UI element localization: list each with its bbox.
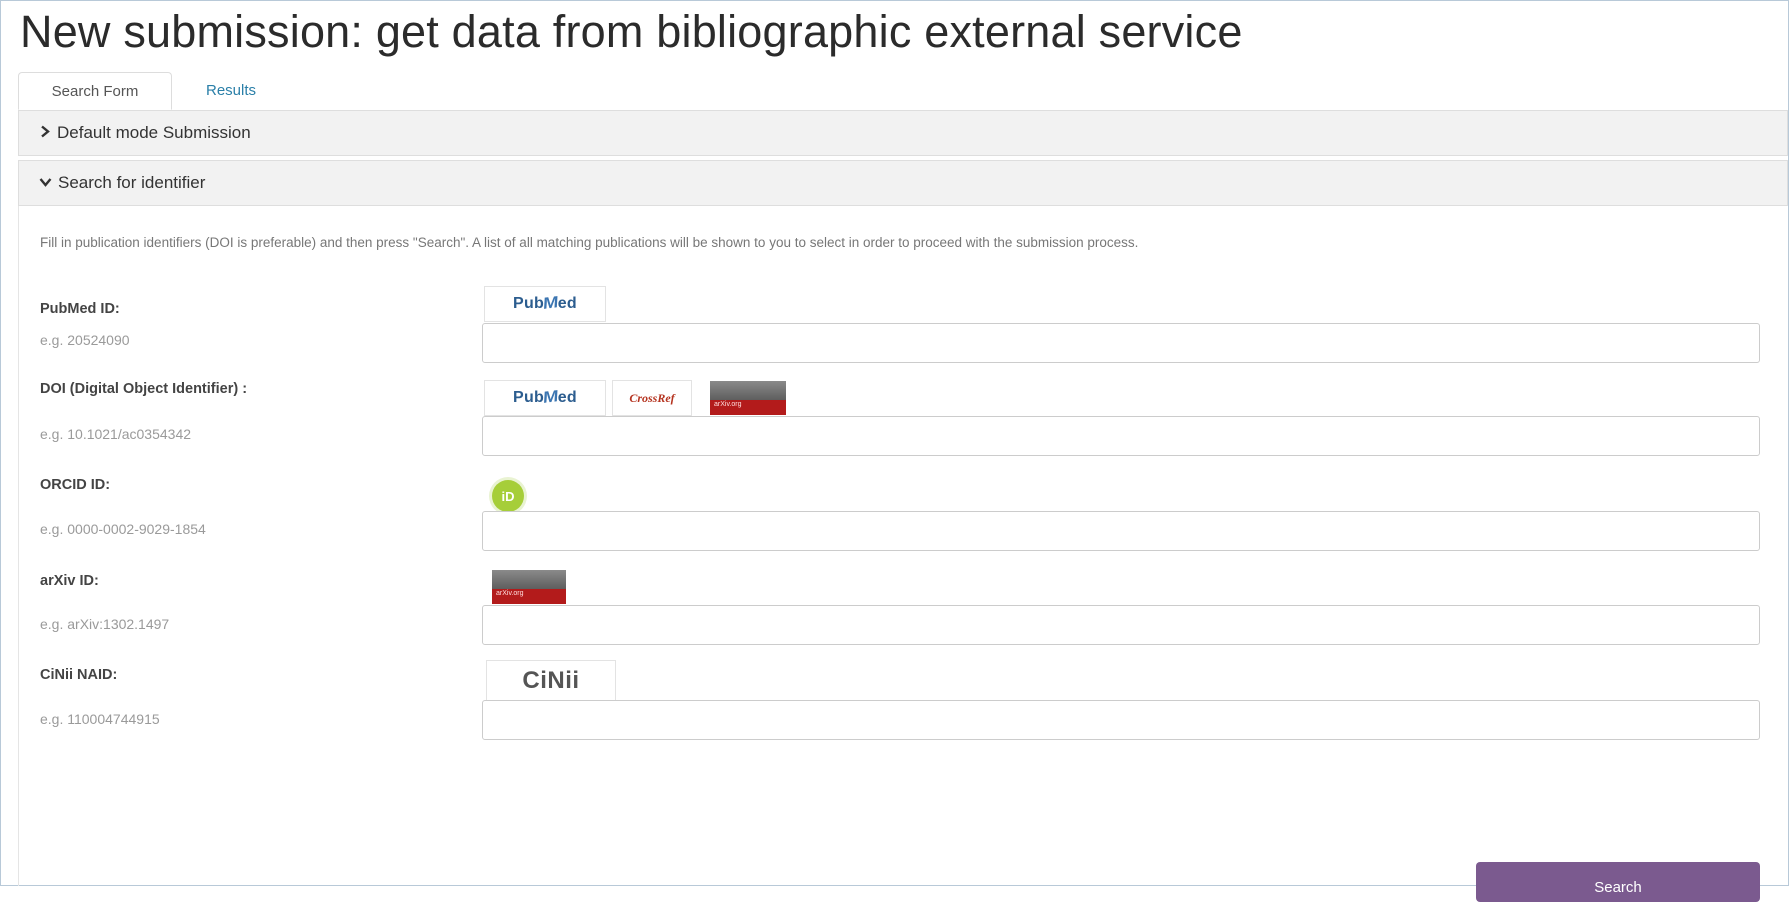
orcid-logo: iD (488, 476, 528, 516)
arxiv-id-input[interactable] (482, 605, 1760, 645)
cinii-naid-input[interactable] (482, 700, 1760, 740)
doi-input[interactable] (482, 416, 1760, 456)
orcid-id-input[interactable] (482, 511, 1760, 551)
chevron-down-icon (39, 161, 52, 205)
tab-search-form[interactable]: Search Form (18, 72, 172, 110)
tab-results[interactable]: Results (186, 72, 276, 110)
arxiv-id-label: arXiv ID: (40, 573, 99, 589)
orcid-id-label: ORCID ID: (40, 477, 111, 493)
panel-search-for-identifier[interactable]: Search for identifier (18, 160, 1788, 206)
panel-default-mode-submission[interactable]: Default mode Submission (18, 110, 1788, 156)
search-button[interactable]: Search (1476, 862, 1760, 902)
chevron-right-icon (39, 111, 51, 155)
tab-bar: Search Form Results (18, 72, 1788, 111)
panel-search-identifier-label: Search for identifier (58, 173, 206, 192)
page-title: New submission: get data from bibliograp… (20, 6, 1243, 57)
arxiv-logo-doi: arXiv.org (710, 381, 786, 415)
crossref-logo: CrossRef (612, 380, 692, 416)
pubmed-id-hint: e.g. 20524090 (40, 332, 130, 348)
instructions-text: Fill in publication identifiers (DOI is … (40, 235, 1139, 250)
orcid-id-hint: e.g. 0000-0002-9029-1854 (40, 521, 206, 537)
pubmed-id-input[interactable] (482, 323, 1760, 363)
pubmed-logo: PubMed (484, 286, 606, 322)
doi-hint: e.g. 10.1021/ac0354342 (40, 426, 192, 442)
pubmed-id-label: PubMed ID: (40, 301, 120, 317)
arxiv-logo: arXiv.org (492, 570, 566, 604)
doi-label: DOI (Digital Object Identifier) : (40, 381, 248, 397)
cinii-naid-label: CiNii NAID: (40, 667, 118, 683)
pubmed-logo-doi: PubMed (484, 380, 606, 416)
arxiv-id-hint: e.g. arXiv:1302.1497 (40, 616, 170, 632)
panel-default-mode-label: Default mode Submission (57, 123, 251, 142)
cinii-logo: CiNii (486, 660, 616, 702)
orcid-icon: iD (492, 480, 524, 512)
cinii-naid-hint: e.g. 110004744915 (40, 711, 160, 727)
